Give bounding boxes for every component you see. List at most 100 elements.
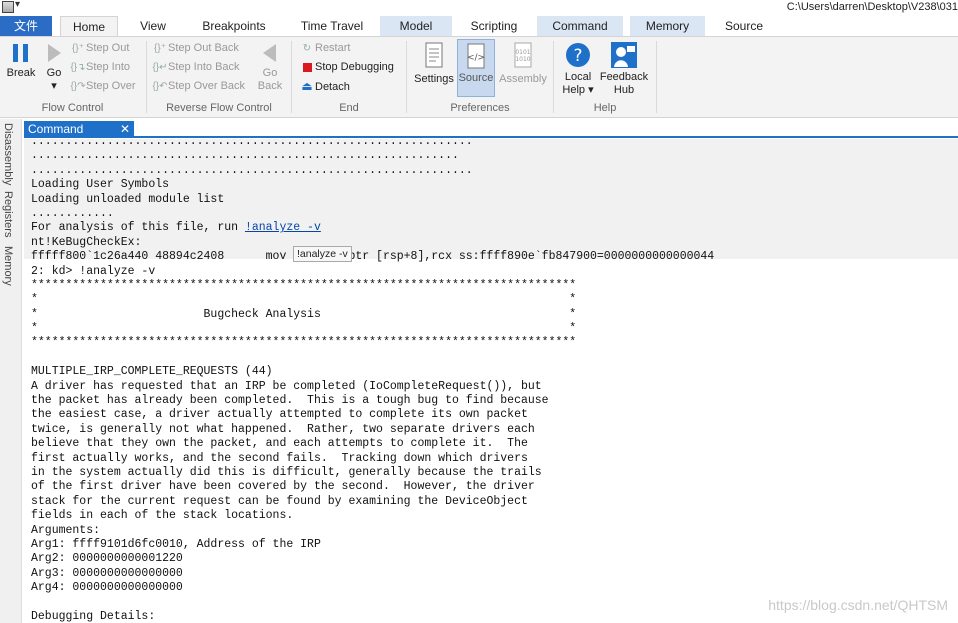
output-line: the easiest case, a driver actually atte… xyxy=(31,408,528,422)
settings-document-icon xyxy=(425,42,443,68)
output-line: nt!KeBugCheckEx: xyxy=(31,235,142,249)
output-line: Arg2: 0000000000001220 xyxy=(31,552,183,566)
tab-model[interactable]: Model xyxy=(380,16,452,36)
output-line: in the system actually did this is diffi… xyxy=(31,465,542,479)
output-line: the packet has already been completed. T… xyxy=(31,394,549,408)
step-over-back-button[interactable]: {}↶Step Over Back xyxy=(152,77,245,95)
command-window-tab[interactable]: Command ✕ xyxy=(24,121,134,138)
ribbon-separator xyxy=(406,41,407,113)
analyze-link[interactable]: !analyze -v xyxy=(245,221,321,234)
go-button[interactable]: Go ▾ xyxy=(42,41,66,93)
tab-home[interactable]: Home xyxy=(60,16,118,37)
side-tab-registers[interactable]: Registers xyxy=(2,191,14,237)
tab-breakpoints[interactable]: Breakpoints xyxy=(190,16,278,36)
group-label-preferences: Preferences xyxy=(450,102,510,114)
output-line: stack for the current request can be fou… xyxy=(31,494,528,508)
tab-scripting[interactable]: Scripting xyxy=(458,16,530,36)
output-line: first actually works, and the second fai… xyxy=(31,451,528,465)
output-line: fffff800`1c26a440 48894c2408 mov qword p… xyxy=(31,250,715,264)
step-into-back-button[interactable]: {}↵Step Into Back xyxy=(152,58,239,76)
run-analyze-prefix: For analysis of this file, run xyxy=(31,221,245,235)
tab-source[interactable]: Source xyxy=(712,16,776,36)
help-question-icon: ? xyxy=(566,43,590,67)
quick-access-dropdown-icon[interactable]: ▾ xyxy=(15,0,20,10)
group-end: ↻ Restart Stop Debugging ⏏ Detach End xyxy=(293,37,405,117)
restart-icon: ↻ xyxy=(302,43,312,54)
output-line: Arg4: 0000000000000000 xyxy=(31,581,183,595)
group-label-flow-control: Flow Control xyxy=(41,102,104,114)
group-label-end: End xyxy=(339,102,359,114)
group-reverse-flow-control: {}⁺ Step Out Back {}↵Step Into Back {}↶St… xyxy=(148,37,290,117)
output-line: ........................................… xyxy=(31,139,473,148)
svg-text:0101: 0101 xyxy=(515,49,530,56)
svg-text:</>: </> xyxy=(467,53,485,63)
group-help: ? Local Help ▾ Feedback Hub Help xyxy=(555,37,655,117)
step-into-button[interactable]: {}↴Step Into xyxy=(70,58,130,76)
group-label-reverse-flow-control: Reverse Flow Control xyxy=(166,102,272,114)
output-line: fields in each of the stack locations. xyxy=(31,509,294,523)
output-line: ........................................… xyxy=(31,163,473,177)
output-line: of the first driver have been covered by… xyxy=(31,480,535,494)
command-window-header: Command ✕ xyxy=(24,121,958,138)
tab-memory[interactable]: Memory xyxy=(630,16,705,36)
step-over-button[interactable]: {}↷Step Over xyxy=(70,77,135,95)
detach-button[interactable]: ⏏ Detach xyxy=(299,77,350,95)
local-help-button[interactable]: ? Local Help ▾ xyxy=(559,41,597,97)
output-line: believe that they own the packet, and ea… xyxy=(31,437,528,451)
side-tab-disassembly[interactable]: Disassembly xyxy=(2,123,14,185)
binary-file-icon: 01011010 xyxy=(514,42,532,68)
output-line: ****************************************… xyxy=(31,336,577,350)
stop-icon xyxy=(299,59,315,77)
output-line: Arguments: xyxy=(31,523,101,537)
step-out-back-button[interactable]: {}⁺ Step Out Back xyxy=(152,39,239,57)
output-line: Loading User Symbols xyxy=(31,178,170,192)
output-line: Arg1: ffff9101d6fc0010, Address of the I… xyxy=(31,537,321,551)
output-line: A driver has requested that an IRP be co… xyxy=(31,379,542,393)
ribbon-separator xyxy=(656,41,657,113)
output-line: * * xyxy=(31,293,577,307)
output-line: 2: kd> !analyze -v xyxy=(31,264,156,278)
tab-file[interactable]: 文件 xyxy=(0,16,52,36)
settings-button[interactable]: Settings xyxy=(412,41,456,86)
output-line: MULTIPLE_IRP_COMPLETE_REQUESTS (44) xyxy=(31,365,273,379)
group-preferences: Settings </> Source 0101 1010 Assembly Pr… xyxy=(408,37,552,117)
svg-text:1010: 1010 xyxy=(515,56,530,63)
close-icon[interactable]: ✕ xyxy=(120,121,130,138)
go-dropdown-icon[interactable]: ▾ xyxy=(51,80,57,92)
output-line-run-analyze: For analysis of this file, run !analyze … xyxy=(31,221,714,235)
command-output-lines: ........................................… xyxy=(31,139,714,623)
break-button[interactable]: Break xyxy=(4,41,38,80)
output-line: * Bugcheck Analysis * xyxy=(31,307,577,321)
assembly-mode-button[interactable]: 0101 1010 Assembly xyxy=(498,41,548,86)
tooltip: !analyze -v xyxy=(293,246,352,262)
pause-icon xyxy=(13,44,28,62)
output-line: * * xyxy=(31,322,577,336)
ribbon-separator xyxy=(291,41,292,113)
tab-command[interactable]: Command xyxy=(537,16,623,36)
local-help-dropdown-icon[interactable]: ▾ xyxy=(588,84,594,96)
step-over-icon: {}↷ xyxy=(70,81,86,92)
source-mode-button[interactable]: </> Source xyxy=(457,39,495,97)
restart-button[interactable]: ↻ Restart xyxy=(299,39,351,57)
tab-view[interactable]: View xyxy=(128,16,178,36)
feedback-person-icon xyxy=(611,42,637,68)
feedback-hub-button[interactable]: Feedback Hub xyxy=(599,41,649,97)
watermark: https://blog.csdn.net/QHTSM xyxy=(768,597,948,613)
group-flow-control: Break Go ▾ {}⁺ Step Out {}↴Step Into {}↷S… xyxy=(0,37,145,117)
step-out-icon: {}⁺ xyxy=(72,43,84,54)
command-output[interactable]: ........................................… xyxy=(24,139,958,623)
stop-debugging-button[interactable]: Stop Debugging xyxy=(299,58,394,76)
app-icon[interactable] xyxy=(2,1,14,13)
left-tool-window-tabs: Disassembly Registers Memory xyxy=(0,119,22,623)
window-title-path: C:\Users\darren\Desktop\V238\031 xyxy=(786,1,958,13)
step-out-button[interactable]: {}⁺ Step Out xyxy=(70,39,129,57)
tab-time-travel[interactable]: Time Travel xyxy=(292,16,372,36)
svg-text:?: ? xyxy=(573,46,582,66)
reverse-play-icon xyxy=(263,44,276,62)
side-tab-memory[interactable]: Memory xyxy=(2,246,14,286)
play-icon xyxy=(48,44,61,62)
step-into-icon: {}↴ xyxy=(70,62,86,73)
step-over-back-icon: {}↶ xyxy=(152,81,168,92)
go-back-button[interactable]: Go Back xyxy=(256,41,284,93)
